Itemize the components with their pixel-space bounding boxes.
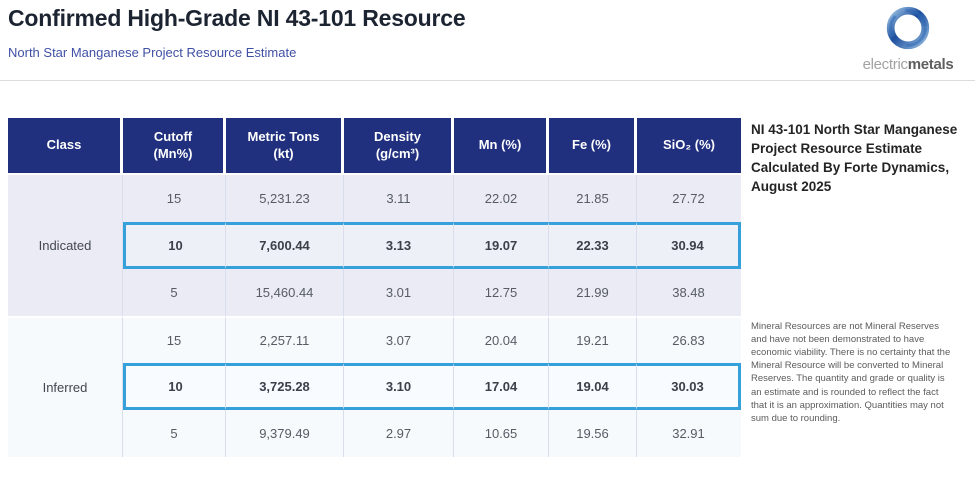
table-cell: 12.75 xyxy=(454,269,549,316)
table-cell-highlighted: 3.13 xyxy=(344,222,454,269)
header-line2: (Mn%) xyxy=(154,146,193,162)
table-cell: 9,379.49 xyxy=(226,410,344,457)
table-cell-highlighted: 3.10 xyxy=(344,363,454,410)
column-header-cutoff: Cutoff(Mn%) xyxy=(123,118,226,175)
table-cell: 21.85 xyxy=(549,175,637,222)
disclaimer-text: Mineral Resources are not Mineral Reserv… xyxy=(751,320,951,425)
header-line1: Mn (%) xyxy=(479,137,522,153)
ring-icon xyxy=(881,2,935,59)
table-cell: 2,257.11 xyxy=(226,316,344,363)
table-cell-highlighted: 19.04 xyxy=(549,363,637,410)
table-cell: 20.04 xyxy=(454,316,549,363)
header-line1: Fe (%) xyxy=(572,137,611,153)
divider xyxy=(0,80,975,81)
header-line1: Cutoff xyxy=(154,129,192,145)
table-cell: 3.07 xyxy=(344,316,454,363)
page-title: Confirmed High-Grade NI 43-101 Resource xyxy=(8,5,465,32)
column-header-metric-tons: Metric Tons(kt) xyxy=(226,118,344,175)
header-line2: (g/cm³) xyxy=(376,146,419,162)
table-cell: 15 xyxy=(123,175,226,222)
table-cell: 15,460.44 xyxy=(226,269,344,316)
column-header-class: Class xyxy=(8,118,123,175)
column-header-density: Density(g/cm³) xyxy=(344,118,454,175)
table-cell-highlighted: 17.04 xyxy=(454,363,549,410)
table-cell-highlighted: 30.94 xyxy=(637,222,741,269)
table-cell: 26.83 xyxy=(637,316,741,363)
header-line1: SiO₂ (%) xyxy=(663,137,715,153)
table-cell-highlighted: 10 xyxy=(123,222,226,269)
page-subtitle: North Star Manganese Project Resource Es… xyxy=(8,45,296,60)
logo-word-light: electric xyxy=(863,56,908,73)
column-header-mn: Mn (%) xyxy=(454,118,549,175)
table-cell: 27.72 xyxy=(637,175,741,222)
logo-wordmark: electricmetals xyxy=(863,56,954,73)
table-cell: 3.01 xyxy=(344,269,454,316)
logo-word-bold: metals xyxy=(908,56,954,73)
table-cell: 10.65 xyxy=(454,410,549,457)
table-cell-highlighted: 30.03 xyxy=(637,363,741,410)
table-cell: 5 xyxy=(123,410,226,457)
header-line1: Class xyxy=(47,137,82,153)
company-logo: electricmetals xyxy=(847,2,969,73)
table-cell: 32.91 xyxy=(637,410,741,457)
table-cell-highlighted: 10 xyxy=(123,363,226,410)
header-line1: Density xyxy=(374,129,421,145)
table-cell-highlighted: 7,600.44 xyxy=(226,222,344,269)
table-cell: 15 xyxy=(123,316,226,363)
header-line1: Metric Tons xyxy=(248,129,320,145)
table-cell-highlighted: 22.33 xyxy=(549,222,637,269)
table-cell: 21.99 xyxy=(549,269,637,316)
header-line2: (kt) xyxy=(273,146,293,162)
class-label-inferred: Inferred xyxy=(8,316,123,457)
table-cell: 22.02 xyxy=(454,175,549,222)
table-cell: 5 xyxy=(123,269,226,316)
table-cell-highlighted: 19.07 xyxy=(454,222,549,269)
table-caption: NI 43-101 North Star Manganese Project R… xyxy=(751,120,959,197)
column-header-sio2: SiO₂ (%) xyxy=(637,118,741,175)
column-header-fe: Fe (%) xyxy=(549,118,637,175)
resource-table: Class Cutoff(Mn%) Metric Tons(kt) Densit… xyxy=(8,118,741,457)
table-cell: 2.97 xyxy=(344,410,454,457)
table-cell: 38.48 xyxy=(637,269,741,316)
table-cell: 3.11 xyxy=(344,175,454,222)
table-cell: 5,231.23 xyxy=(226,175,344,222)
table-cell: 19.56 xyxy=(549,410,637,457)
table-cell: 19.21 xyxy=(549,316,637,363)
class-label-indicated: Indicated xyxy=(8,175,123,316)
table-cell-highlighted: 3,725.28 xyxy=(226,363,344,410)
